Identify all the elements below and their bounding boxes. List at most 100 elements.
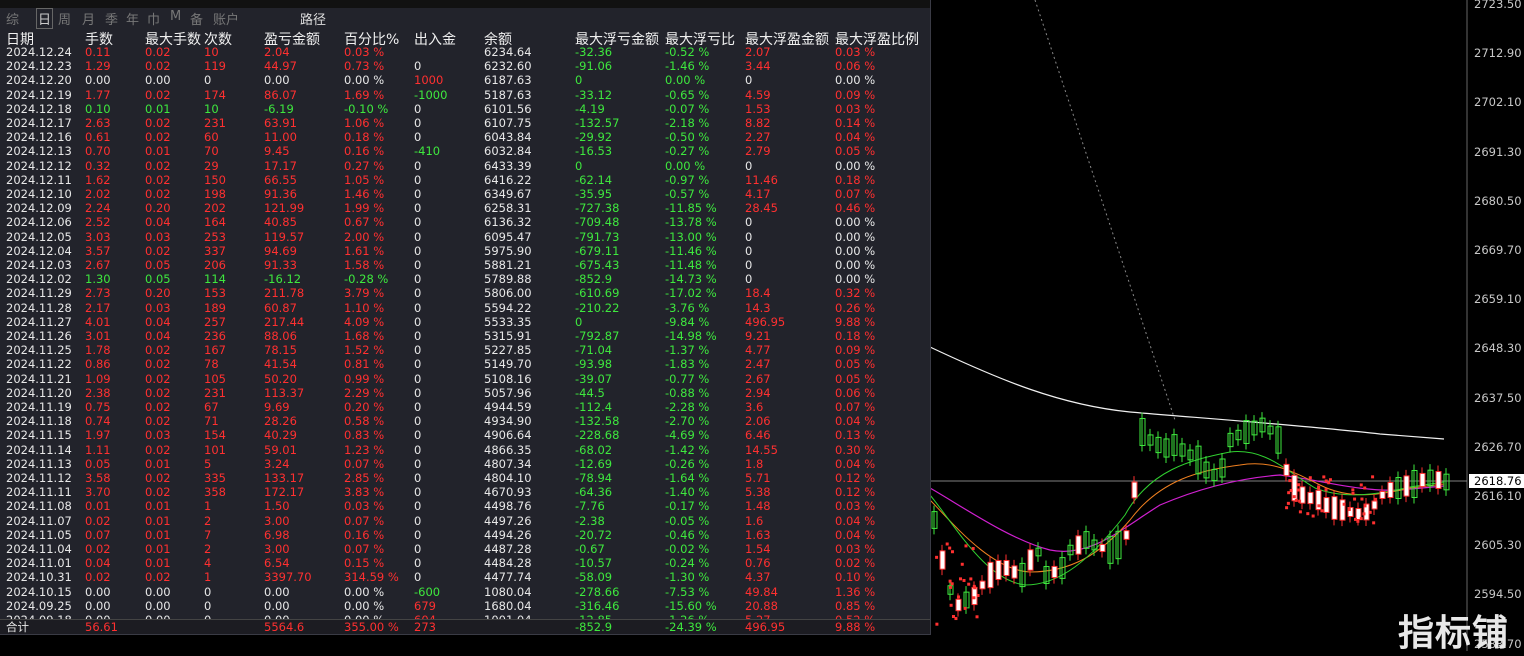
table-row[interactable]: 2024.11.21 1.09 0.02 105 50.20 0.99 % 0 5108.16… bbox=[0, 372, 930, 386]
cell-pct: 0.73 % bbox=[344, 59, 385, 74]
cell-pct: 0.81 % bbox=[344, 357, 385, 372]
table-row[interactable]: 2024.11.13 0.05 0.01 5 3.24 0.07 % 0 4807.34 -12… bbox=[0, 457, 930, 471]
table-row[interactable]: 2024.12.12 0.32 0.02 29 17.17 0.27 % 0 6433.39 0… bbox=[0, 159, 930, 173]
cell-pct: 0.03 % bbox=[344, 499, 385, 514]
cell-count: 231 bbox=[204, 385, 226, 400]
cell-max-float-profit: 3.6 bbox=[745, 400, 764, 414]
cell-max-float-loss-pct: -7.53 % bbox=[665, 584, 710, 599]
table-row[interactable]: 2024.12.24 0.11 0.02 10 2.04 0.03 % 6234.64 -32… bbox=[0, 45, 930, 59]
tab-6[interactable]: 巾 bbox=[147, 9, 160, 28]
table-row[interactable]: 2024.12.11 1.62 0.02 150 66.55 1.05 % 0 6416.22… bbox=[0, 173, 930, 187]
cell-max-float-profit: 49.84 bbox=[745, 584, 778, 599]
cell-max-float-profit: 0 bbox=[745, 73, 753, 88]
cell-pnl: 9.45 bbox=[264, 144, 290, 159]
tab-2[interactable]: 周 bbox=[58, 9, 71, 28]
table-row[interactable]: 2024.12.19 1.77 0.02 174 86.07 1.69 % -1000 518… bbox=[0, 88, 930, 102]
cell-date: 2024.12.11 bbox=[6, 172, 72, 187]
cell-max-float-loss-pct: 0.00 % bbox=[665, 158, 706, 173]
cell-max-float-loss: -675.43 bbox=[575, 258, 620, 272]
table-row[interactable]: 2024.12.10 2.02 0.02 198 91.36 1.46 % 0 6349.67… bbox=[0, 187, 930, 201]
table-row[interactable]: 2024.12.04 3.57 0.02 337 94.69 1.61 % 0 5975.90… bbox=[0, 244, 930, 258]
cell-max-float-profit: 0 bbox=[745, 215, 753, 230]
tab-8[interactable]: 备 bbox=[190, 9, 203, 28]
path-button[interactable]: 路径 bbox=[300, 9, 326, 28]
candle-body bbox=[1419, 472, 1426, 488]
cell-max-float-profit-pct: 0.03 % bbox=[835, 101, 876, 116]
cell-pnl: 121.99 bbox=[264, 201, 305, 216]
table-row[interactable]: 2024.10.15 0.00 0.00 0 0.00 0.00 % -600 1080.04… bbox=[0, 585, 930, 599]
table-row[interactable]: 2024.12.17 2.63 0.02 231 63.91 1.06 % 0 6107.75… bbox=[0, 116, 930, 130]
cell-max-float-loss: 0 bbox=[575, 73, 583, 88]
table-row[interactable]: 2024.11.18 0.74 0.02 71 28.26 0.58 % 0 4934.90 -… bbox=[0, 414, 930, 428]
table-row[interactable]: 2024.12.23 1.29 0.02 119 44.97 0.73 % 0 6232.60… bbox=[0, 59, 930, 73]
cell-lots: 3.01 bbox=[85, 329, 111, 343]
tab-0[interactable]: 综 bbox=[6, 9, 19, 28]
table-row[interactable]: 2024.11.28 2.17 0.03 189 60.87 1.10 % 0 5594.22… bbox=[0, 301, 930, 315]
cell-max-float-loss: -20.72 bbox=[575, 527, 613, 542]
tab-5[interactable]: 年 bbox=[126, 9, 139, 28]
tab-1[interactable]: 日 bbox=[36, 8, 54, 29]
table-row[interactable]: 2024.12.16 0.61 0.02 60 11.00 0.18 % 0 6043.84 -… bbox=[0, 130, 930, 144]
table-row[interactable]: 2024.11.26 3.01 0.04 236 88.06 1.68 % 0 5315.91… bbox=[0, 329, 930, 343]
cell-max-lots: 0.02 bbox=[145, 343, 171, 358]
cell-max-float-profit: 18.4 bbox=[745, 286, 771, 301]
table-row[interactable]: 2024.11.20 2.38 0.02 231 113.37 2.29 % 0 5057.9… bbox=[0, 386, 930, 400]
table-row[interactable]: 2024.12.20 0.00 0.00 0 0.00 0.00 % 1000 6187.63… bbox=[0, 73, 930, 87]
table-row[interactable]: 2024.12.09 2.24 0.20 202 121.99 1.99 % 0 6258.3… bbox=[0, 201, 930, 215]
table-row[interactable]: 2024.11.04 0.02 0.01 2 3.00 0.07 % 0 4487.28 -0.… bbox=[0, 542, 930, 556]
cell-max-float-profit-pct: 0.00 % bbox=[835, 158, 876, 173]
cell-count: 10 bbox=[204, 45, 219, 59]
cell-balance: 5594.22 bbox=[484, 300, 532, 315]
cell-lots: 2.73 bbox=[85, 286, 111, 301]
cell-balance: 6095.47 bbox=[484, 229, 532, 244]
trend-line bbox=[1034, 0, 1176, 421]
tab-4[interactable]: 季 bbox=[105, 9, 118, 28]
table-row[interactable]: 2024.12.03 2.67 0.05 206 91.33 1.58 % 0 5881.21… bbox=[0, 258, 930, 272]
table-row[interactable]: 2024.11.12 3.58 0.02 335 133.17 2.85 % 0 4804.1… bbox=[0, 471, 930, 485]
table-row[interactable]: 2024.12.06 2.52 0.04 164 40.85 0.67 % 0 6136.32… bbox=[0, 215, 930, 229]
table-row[interactable]: 2024.12.18 0.10 0.01 10 -6.19 -0.10 % 0 6101.56… bbox=[0, 102, 930, 116]
table-header: 日期 手数 最大手数 次数 盈亏金额 百分比% 出入金 余额 最大浮亏金额 最大浮亏比 最大浮盈金额… bbox=[0, 29, 930, 48]
table-row[interactable]: 2024.11.07 0.02 0.01 2 3.00 0.07 % 0 4497.26 -2.… bbox=[0, 514, 930, 528]
table-row[interactable]: 2024.10.31 0.02 0.02 1 3397.70 314.59 % 0 4477.… bbox=[0, 570, 930, 584]
table-row[interactable]: 2024.11.05 0.07 0.01 7 6.98 0.16 % 0 4494.26 -20… bbox=[0, 528, 930, 542]
cell-max-lots: 0.04 bbox=[145, 329, 171, 343]
trade-marker bbox=[1311, 514, 1315, 518]
cell-max-float-loss-pct: -0.24 % bbox=[665, 556, 710, 571]
cell-lots: 0.11 bbox=[85, 45, 111, 59]
table-row[interactable]: 2024.11.11 3.70 0.02 358 172.17 3.83 % 0 4670.9… bbox=[0, 485, 930, 499]
table-row[interactable]: 2024.11.14 1.11 0.02 101 59.01 1.23 % 0 4866.35… bbox=[0, 443, 930, 457]
cell-date: 2024.11.11 bbox=[6, 485, 72, 500]
table-row[interactable]: 2024.09.25 0.00 0.00 0 0.00 0.00 % 679 1680.04 -… bbox=[0, 599, 930, 613]
table-row[interactable]: 2024.11.25 1.78 0.02 167 78.15 1.52 % 0 5227.85… bbox=[0, 343, 930, 357]
cell-date: 2024.12.18 bbox=[6, 101, 72, 116]
trade-marker bbox=[1353, 497, 1357, 501]
cell-max-lots: 0.03 bbox=[145, 229, 171, 244]
cell-max-float-profit-pct: 0.07 % bbox=[835, 187, 876, 201]
cell-max-float-profit: 1.54 bbox=[745, 542, 771, 556]
tab-3[interactable]: 月 bbox=[82, 9, 95, 28]
table-row[interactable]: 2024.12.05 3.03 0.03 253 119.57 2.00 % 0 6095.4… bbox=[0, 230, 930, 244]
cell-lots: 1.11 bbox=[85, 442, 111, 457]
price-axis: 2723.50 2712.90 2702.10 2691.30 2680.50 2669.… bbox=[1468, 0, 1524, 651]
table-row[interactable]: 2024.12.02 1.30 0.05 114 -16.12 -0.28 % 0 5789.… bbox=[0, 272, 930, 286]
cell-max-float-loss: -71.04 bbox=[575, 343, 613, 358]
table-row[interactable]: 2024.12.13 0.70 0.01 70 9.45 0.16 % -410 6032.8… bbox=[0, 144, 930, 158]
tab-9[interactable]: 账户 bbox=[213, 9, 239, 28]
cell-count: 150 bbox=[204, 172, 226, 187]
table-row[interactable]: 2024.11.22 0.86 0.02 78 41.54 0.81 % 0 5149.70 -… bbox=[0, 357, 930, 371]
cell-flow: 0 bbox=[414, 400, 422, 414]
cell-balance: 5881.21 bbox=[484, 258, 532, 272]
tab-7[interactable]: M bbox=[170, 9, 181, 24]
table-row[interactable]: 2024.11.19 0.75 0.02 67 9.69 0.20 % 0 4944.59 -1… bbox=[0, 400, 930, 414]
cell-date: 2024.11.26 bbox=[6, 329, 72, 343]
table-row[interactable]: 2024.11.27 4.01 0.04 257 217.44 4.09 % 0 5533.3… bbox=[0, 315, 930, 329]
table-row[interactable]: 2024.11.29 2.73 0.20 153 211.78 3.79 % 0 5806.0… bbox=[0, 286, 930, 300]
cell-flow: 0 bbox=[414, 357, 422, 372]
cell-count: 60 bbox=[204, 130, 219, 145]
cell-flow: 679 bbox=[414, 598, 436, 613]
table-row[interactable]: 2024.11.01 0.04 0.01 4 6.54 0.15 % 0 4484.28 -10… bbox=[0, 556, 930, 570]
cell-max-float-loss: -29.92 bbox=[575, 130, 613, 145]
table-row[interactable]: 2024.11.08 0.01 0.01 1 1.50 0.03 % 0 4498.76 -7.… bbox=[0, 499, 930, 513]
table-row[interactable]: 2024.11.15 1.97 0.03 154 40.29 0.83 % 0 4906.64… bbox=[0, 428, 930, 442]
